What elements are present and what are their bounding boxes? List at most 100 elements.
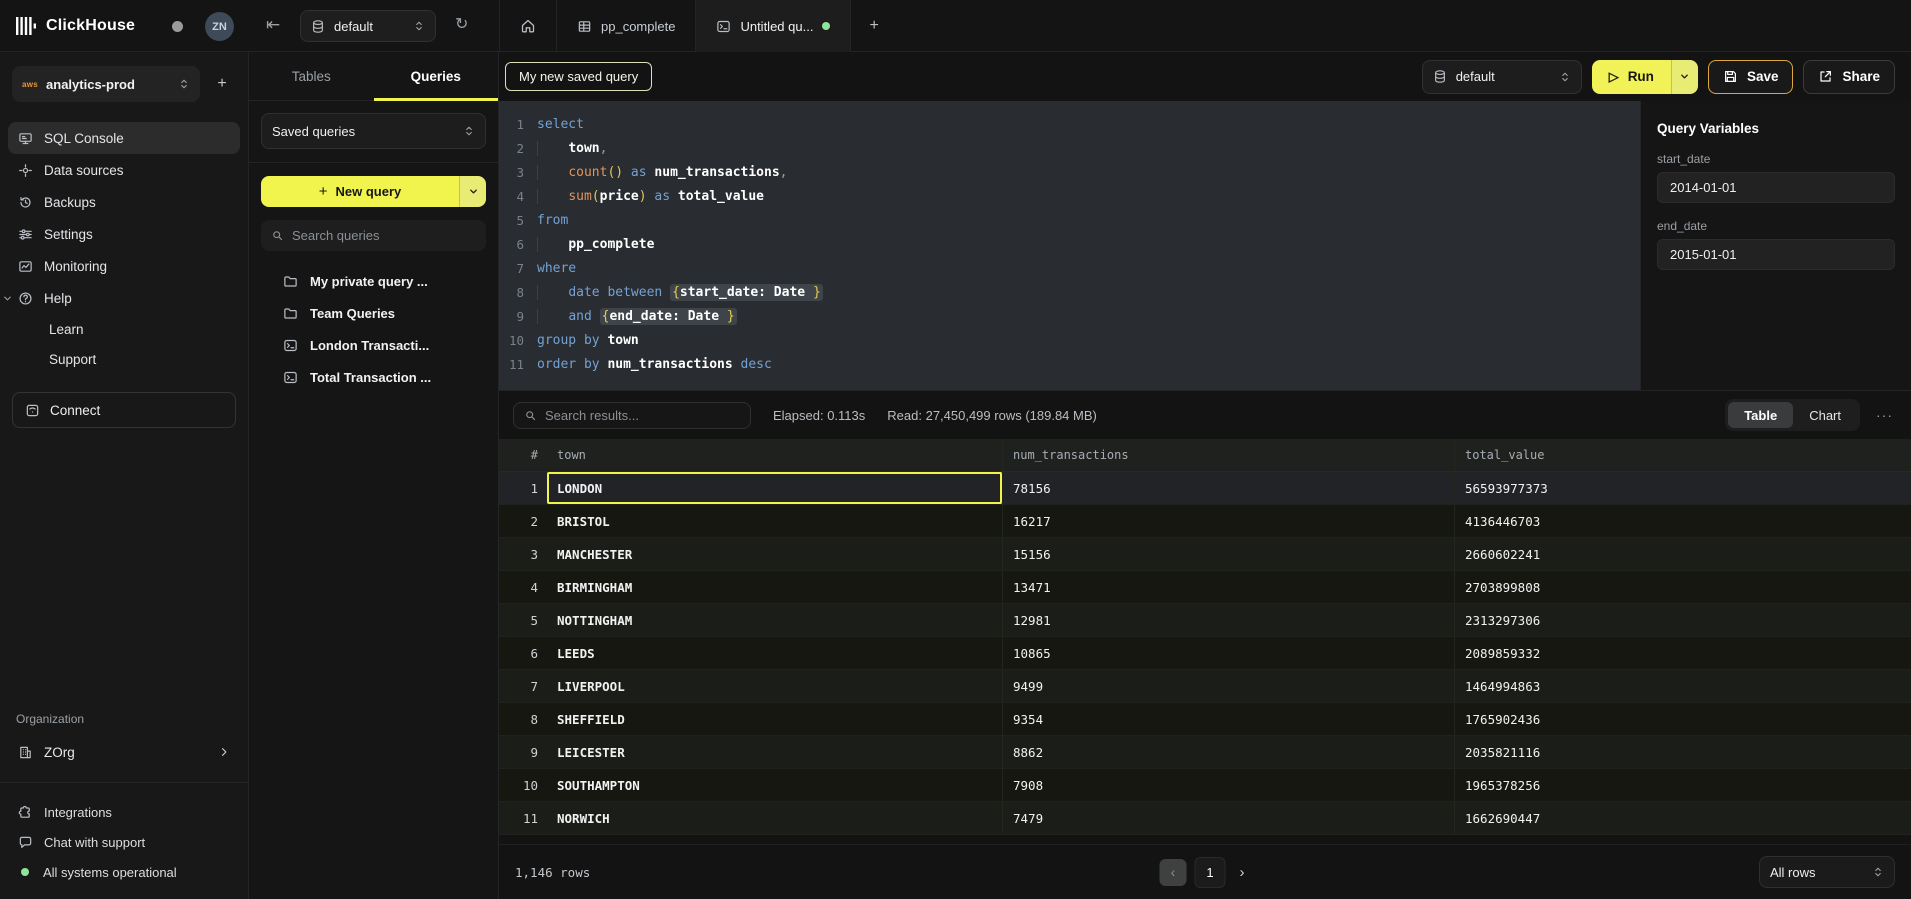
save-button[interactable]: Save	[1708, 60, 1794, 94]
code-line[interactable]: 7where	[499, 257, 1640, 281]
editor-database-select[interactable]: default	[1422, 60, 1582, 94]
table-cell[interactable]: 9499	[1003, 670, 1455, 702]
run-button[interactable]: ▷ Run	[1592, 60, 1698, 94]
code-line[interactable]: 2 town,	[499, 137, 1640, 161]
view-toggle-table[interactable]: Table	[1728, 402, 1793, 428]
saved-query-item[interactable]: Total Transaction ...	[261, 361, 486, 393]
table-cell[interactable]: 56593977373	[1455, 472, 1911, 504]
new-query-button[interactable]: + New query	[261, 176, 486, 207]
table-cell[interactable]: 2089859332	[1455, 637, 1911, 669]
table-cell[interactable]: 2703899808	[1455, 571, 1911, 603]
new-query-dropdown-button[interactable]	[459, 176, 486, 207]
topbar-database-select[interactable]: default	[300, 10, 436, 42]
table-row[interactable]: 4BIRMINGHAM134712703899808	[499, 571, 1911, 604]
next-page-button[interactable]: ›	[1234, 864, 1251, 881]
table-cell[interactable]: 2035821116	[1455, 736, 1911, 768]
sidebar-item-help[interactable]: Help	[8, 282, 240, 314]
column-header[interactable]: town	[547, 439, 1003, 471]
column-header[interactable]: num_transactions	[1003, 439, 1455, 471]
table-cell[interactable]: 4136446703	[1455, 505, 1911, 537]
view-toggle-chart[interactable]: Chart	[1793, 402, 1857, 428]
more-options-icon[interactable]: ···	[1872, 407, 1897, 423]
sidebar-item-learn[interactable]: Learn	[8, 314, 240, 344]
tab-untitled-query[interactable]: Untitled qu...	[696, 0, 851, 52]
table-cell[interactable]: 1765902436	[1455, 703, 1911, 735]
code-line[interactable]: 9 and {end_date: Date }	[499, 305, 1640, 329]
table-row[interactable]: 5NOTTINGHAM129812313297306	[499, 604, 1911, 637]
code-line[interactable]: 6 pp_complete	[499, 233, 1640, 257]
results-search[interactable]	[513, 402, 751, 429]
table-cell[interactable]: 78156	[1003, 472, 1455, 504]
previous-page-button[interactable]: ‹	[1160, 859, 1187, 886]
table-row[interactable]: 3MANCHESTER151562660602241	[499, 538, 1911, 571]
query-parameter[interactable]: {start_date: Date }	[670, 284, 823, 301]
table-row[interactable]: 10SOUTHAMPTON79081965378256	[499, 769, 1911, 802]
table-cell[interactable]: 10865	[1003, 637, 1455, 669]
tab-pp-complete[interactable]: pp_complete	[557, 0, 696, 52]
table-row[interactable]: 11NORWICH74791662690447	[499, 802, 1911, 835]
chat-support-link[interactable]: Chat with support	[8, 827, 240, 857]
integrations-link[interactable]: Integrations	[8, 797, 240, 827]
tab-queries[interactable]: Queries	[374, 52, 499, 100]
table-cell[interactable]: 1662690447	[1455, 802, 1911, 834]
sql-editor[interactable]: 1select2 town,3 count() as num_transacti…	[499, 101, 1640, 390]
table-cell[interactable]: BRISTOL	[547, 505, 1003, 537]
organization-switcher[interactable]: ZOrg	[8, 736, 240, 768]
saved-query-item[interactable]: London Transacti...	[261, 329, 486, 361]
code-line[interactable]: 3 count() as num_transactions,	[499, 161, 1640, 185]
queries-search[interactable]	[261, 220, 486, 251]
table-cell[interactable]: LEICESTER	[547, 736, 1003, 768]
share-button[interactable]: Share	[1803, 60, 1895, 94]
table-cell[interactable]: 16217	[1003, 505, 1455, 537]
table-cell[interactable]: NORWICH	[547, 802, 1003, 834]
code-line[interactable]: 1select	[499, 113, 1640, 137]
table-row[interactable]: 8SHEFFIELD93541765902436	[499, 703, 1911, 736]
code-line[interactable]: 10group by town	[499, 329, 1640, 353]
code-line[interactable]: 11order by num_transactions desc	[499, 353, 1640, 377]
run-options-button[interactable]	[1671, 60, 1698, 94]
table-cell[interactable]: 8862	[1003, 736, 1455, 768]
table-cell[interactable]: 12981	[1003, 604, 1455, 636]
saved-queries-select[interactable]: Saved queries	[261, 113, 486, 149]
sidebar-item-settings[interactable]: Settings	[8, 218, 240, 250]
code-line[interactable]: 5from	[499, 209, 1640, 233]
sidebar-item-sql-console[interactable]: SQL Console	[8, 122, 240, 154]
table-row[interactable]: 9LEICESTER88622035821116	[499, 736, 1911, 769]
table-cell[interactable]: 13471	[1003, 571, 1455, 603]
code-line[interactable]: 4 sum(price) as total_value	[499, 185, 1640, 209]
queries-search-input[interactable]	[292, 228, 476, 243]
table-cell[interactable]: LIVERPOOL	[547, 670, 1003, 702]
tab-tables[interactable]: Tables	[249, 52, 374, 100]
column-header[interactable]: #	[499, 439, 547, 471]
start-date-input[interactable]	[1657, 172, 1895, 203]
page-size-select[interactable]: All rows	[1759, 856, 1895, 888]
sidebar-item-monitoring[interactable]: Monitoring	[8, 250, 240, 282]
table-cell[interactable]: 15156	[1003, 538, 1455, 570]
table-cell[interactable]: LEEDS	[547, 637, 1003, 669]
current-page[interactable]: 1	[1195, 857, 1226, 888]
table-cell[interactable]: 2313297306	[1455, 604, 1911, 636]
table-cell[interactable]: SOUTHAMPTON	[547, 769, 1003, 801]
tab-home[interactable]	[499, 0, 557, 52]
connect-button[interactable]: Connect	[12, 392, 236, 428]
table-cell[interactable]: BIRMINGHAM	[547, 571, 1003, 603]
add-service-button[interactable]: +	[208, 75, 236, 93]
code-line[interactable]: 8 date between {start_date: Date }	[499, 281, 1640, 305]
table-cell[interactable]: 1965378256	[1455, 769, 1911, 801]
table-cell[interactable]: MANCHESTER	[547, 538, 1003, 570]
sidebar-item-support[interactable]: Support	[8, 344, 240, 374]
end-date-input[interactable]	[1657, 239, 1895, 270]
refresh-icon[interactable]: ↻	[455, 14, 468, 34]
folder-item[interactable]: Team Queries	[261, 297, 486, 329]
sidebar-item-backups[interactable]: Backups	[8, 186, 240, 218]
new-tab-button[interactable]: +	[851, 0, 896, 52]
collapse-sidebar-icon[interactable]: ⇤	[266, 15, 280, 35]
query-parameter[interactable]: {end_date: Date }	[600, 308, 737, 325]
results-search-input[interactable]	[545, 408, 740, 423]
table-row[interactable]: 2BRISTOL162174136446703	[499, 505, 1911, 538]
sidebar-item-data-sources[interactable]: Data sources	[8, 154, 240, 186]
column-header[interactable]: total_value	[1455, 439, 1911, 471]
table-cell[interactable]: NOTTINGHAM	[547, 604, 1003, 636]
table-row[interactable]: 7LIVERPOOL94991464994863	[499, 670, 1911, 703]
table-cell[interactable]: 1464994863	[1455, 670, 1911, 702]
